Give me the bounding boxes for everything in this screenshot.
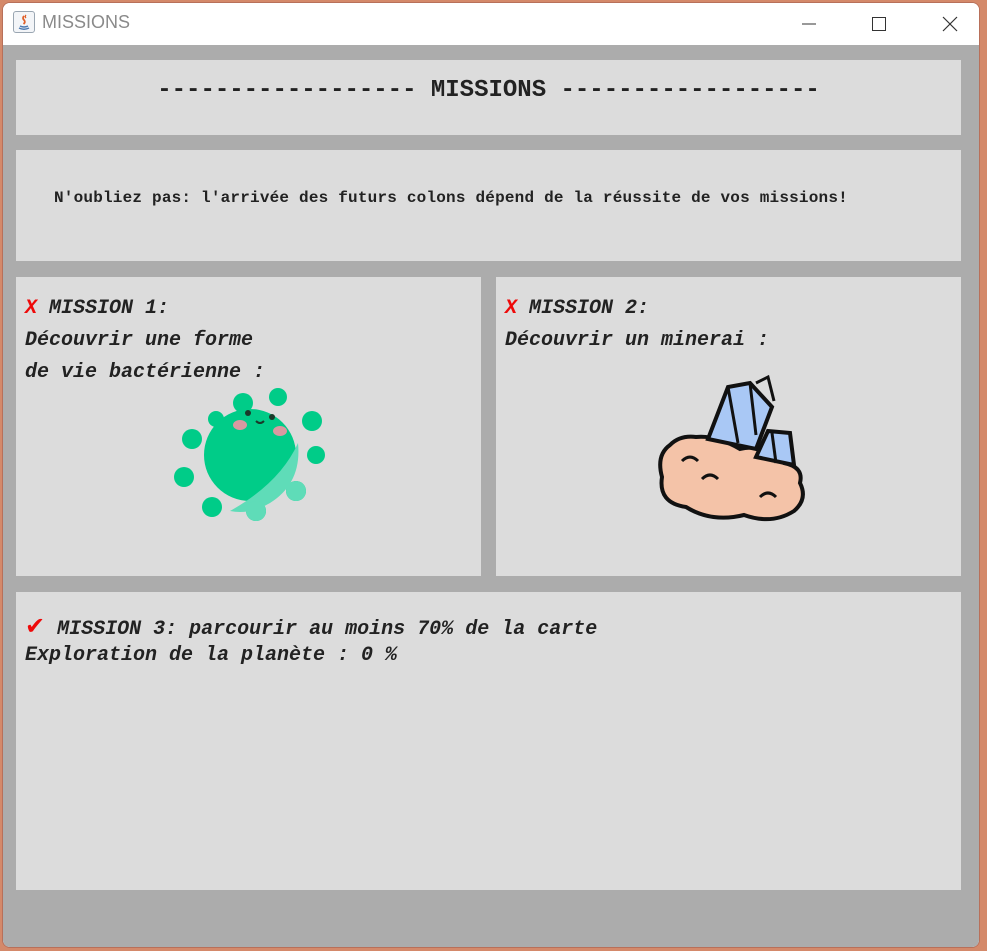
- reminder-panel: N'oubliez pas: l'arrivée des futurs colo…: [16, 150, 961, 261]
- mission-1-line1: Découvrir une forme: [25, 329, 254, 352]
- mission-1-panel: X MISSION 1: Découvrir une forme de vie …: [16, 277, 481, 576]
- title-bar[interactable]: MISSIONS: [3, 3, 979, 45]
- mission-1-header: X MISSION 1:: [25, 297, 169, 320]
- missions-content: ------------------ MISSIONS ------------…: [3, 45, 979, 947]
- mission-2-line1: Découvrir un minerai :: [505, 329, 770, 352]
- mission-2-fail-icon: X: [505, 297, 518, 320]
- mission-2-title: MISSION 2:: [529, 297, 650, 320]
- java-app-icon: [13, 11, 35, 33]
- bacteria-icon: [174, 388, 325, 521]
- mission-3-progress: Exploration de la planète : 0 %: [25, 644, 398, 667]
- page-title: ------------------ MISSIONS ------------…: [157, 77, 820, 104]
- maximize-button[interactable]: [856, 3, 902, 45]
- crystal-ore-icon: [658, 374, 805, 522]
- reminder-text: N'oubliez pas: l'arrivée des futurs colo…: [54, 189, 848, 207]
- mission-3-panel: ✔ MISSION 3: parcourir au moins 70% de l…: [16, 592, 961, 890]
- mission-3-title: MISSION 3: parcourir au moins 70% de la …: [57, 618, 598, 641]
- header-panel: ------------------ MISSIONS ------------…: [16, 60, 961, 135]
- minimize-button[interactable]: [786, 3, 832, 45]
- mission-2-header: X MISSION 2:: [505, 297, 649, 320]
- window-title: MISSIONS: [42, 12, 131, 32]
- mission-2-panel: X MISSION 2: Découvrir un minerai :: [496, 277, 961, 576]
- mission-3-header: ✔ MISSION 3: parcourir au moins 70% de l…: [25, 612, 597, 641]
- close-icon: [942, 16, 958, 32]
- mission-1-fail-icon: X: [25, 297, 38, 320]
- close-button[interactable]: [927, 3, 973, 45]
- mission-3-checkmark-icon: ✔: [25, 612, 46, 640]
- maximize-icon: [872, 17, 886, 31]
- mission-1-title: MISSION 1:: [49, 297, 170, 320]
- missions-window: MISSIONS ------------------ MISSIONS ---…: [3, 3, 979, 947]
- minimize-icon: [802, 23, 816, 25]
